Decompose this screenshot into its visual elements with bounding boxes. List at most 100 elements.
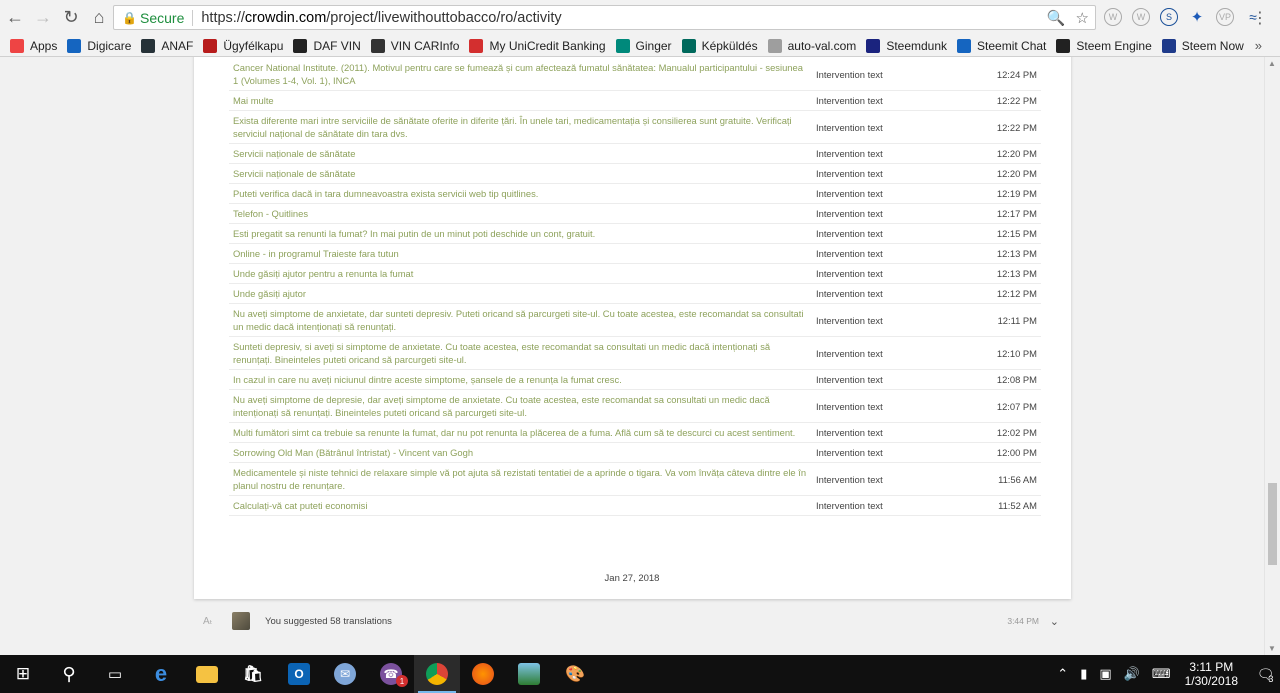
bookmark-item[interactable]: Steemit Chat (957, 38, 1046, 53)
edge-taskbar-button[interactable]: e (138, 655, 184, 693)
outlook-taskbar-button[interactable]: O (276, 655, 322, 693)
start-button[interactable]: ⊞ (0, 655, 46, 693)
chrome-menu-icon[interactable]: ⋮ (1252, 8, 1268, 28)
url-text[interactable]: https://crowdin.com/project/livewithoutt… (201, 10, 561, 26)
address-bar[interactable]: 🔒 Secure https://crowdin.com/project/liv… (113, 5, 1096, 30)
bookmark-item[interactable]: ANAF (141, 38, 193, 53)
activity-string-link[interactable]: Nu aveți simptome de anxietate, dar sunt… (229, 304, 812, 336)
url-path: /project/livewithouttobacco/ro/activity (326, 9, 562, 26)
wordpress-extension-icon-2[interactable]: W (1132, 8, 1150, 26)
outlook-icon: O (288, 663, 310, 685)
bookmark-favicon-icon (203, 38, 218, 53)
home-button[interactable]: ⌂ (86, 5, 112, 31)
vp-extension-icon[interactable]: VP (1216, 8, 1234, 26)
reload-button[interactable]: ↻ (58, 5, 84, 31)
activity-string-link[interactable]: Online - in programul Traieste fara tutu… (229, 244, 812, 263)
steemit-extension-icon[interactable]: S (1160, 8, 1178, 26)
bookmark-item[interactable]: Steem Now (1161, 38, 1244, 53)
activity-string-link[interactable]: Medicamentele și niste tehnici de relaxa… (229, 463, 812, 495)
activity-string-link[interactable]: Unde găsiți ajutor (229, 284, 812, 303)
thunderbird-taskbar-button[interactable]: ✉ (322, 655, 368, 693)
explorer-taskbar-button[interactable] (184, 655, 230, 693)
activity-row: Esti pregatit sa renunti la fumat? In ma… (229, 224, 1041, 244)
bookmark-item[interactable]: Steem Engine (1056, 38, 1152, 53)
bookmark-label: Steem Now (1181, 38, 1244, 53)
volume-icon[interactable]: 🔊 (1124, 666, 1140, 682)
activity-row: Sunteti depresiv, si aveți si simptome d… (229, 337, 1041, 370)
activity-string-link[interactable]: Calculați-vă cat puteti economisi (229, 496, 812, 515)
activity-row: Unde găsiți ajutor Intervention text 12:12… (229, 284, 1041, 304)
url-host: crowdin.com (244, 9, 327, 26)
scroll-up-icon[interactable]: ▲ (1268, 59, 1276, 68)
photos-taskbar-button[interactable] (506, 655, 552, 693)
activity-string-link[interactable]: Telefon - Quitlines (229, 204, 812, 223)
viber-taskbar-button[interactable]: ☎ 1 (368, 655, 414, 693)
task-view-button[interactable]: ▭ (92, 655, 138, 693)
bookmark-item[interactable]: auto-val.com (767, 38, 856, 53)
activity-string-link[interactable]: Esti pregatit sa renunti la fumat? In ma… (229, 224, 812, 243)
activity-string-link[interactable]: Mai multe (229, 91, 812, 110)
suggestion-summary-row[interactable]: Aₜ You suggested 58 translations 3:44 PM… (203, 611, 1063, 631)
activity-string-link[interactable]: Exista diferente mari intre serviciile d… (229, 111, 812, 143)
scroll-thumb[interactable] (1268, 483, 1277, 565)
notifications-button[interactable]: 🗨 3 (1250, 655, 1280, 693)
scroll-down-icon[interactable]: ▼ (1268, 644, 1276, 653)
tray-chevron-icon[interactable]: ⌃ (1057, 666, 1068, 682)
windows-icon: ⊞ (15, 664, 31, 683)
bookmark-item[interactable]: DAF VIN (293, 38, 361, 53)
activity-string-link[interactable]: Cancer National Institute. (2011). Motiv… (229, 58, 812, 90)
activity-time: 12:02 PM (996, 427, 1037, 438)
zoom-icon[interactable]: 🔍 (1047, 9, 1066, 27)
activity-string-link[interactable]: Multi fumători simt ca trebuie sa renunt… (229, 423, 812, 442)
activity-string-link[interactable]: Nu aveți simptome de depresie, dar aveți… (229, 390, 812, 422)
forward-button[interactable]: → (30, 5, 56, 31)
chevron-down-icon[interactable]: ⌄ (1050, 615, 1059, 628)
bookmark-item[interactable]: Apps (10, 38, 58, 53)
bookmarks-overflow-icon[interactable]: » (1255, 38, 1262, 53)
bookmark-item[interactable]: VIN CARInfo (370, 38, 459, 53)
battery-icon[interactable]: ▮ (1080, 666, 1087, 682)
chrome-icon (426, 663, 448, 685)
activity-row: In cazul in care nu aveți niciunul dintr… (229, 370, 1041, 390)
firefox-taskbar-button[interactable] (460, 655, 506, 693)
activity-string-link[interactable]: Puteti verifica dacă in tara dumneavoast… (229, 184, 812, 203)
bookmark-favicon-icon (67, 38, 82, 53)
bookmark-item[interactable]: My UniCredit Banking (469, 38, 606, 53)
bookmark-favicon-icon (141, 38, 156, 53)
activity-time: 12:12 PM (996, 288, 1037, 299)
paint-taskbar-button[interactable]: 🎨 (552, 655, 598, 693)
activity-file-label: Intervention text (816, 228, 883, 239)
wordpress-extension-icon[interactable]: W (1104, 8, 1122, 26)
bookmark-label: My UniCredit Banking (489, 38, 606, 53)
bookmarks-bar: Apps Digicare ANAF Ügyfélkapu DAF VIN VIN CAR… (0, 35, 1280, 57)
bookmark-favicon-icon (866, 38, 881, 53)
search-button[interactable]: ⚲ (46, 655, 92, 693)
chrome-taskbar-button[interactable] (414, 655, 460, 693)
bookmark-favicon-icon (957, 38, 972, 53)
bookmark-item[interactable]: Képküldés (681, 38, 758, 53)
keyboard-icon[interactable]: ⌨ (1152, 666, 1171, 682)
activity-string-link[interactable]: Unde găsiți ajutor pentru a renunta la f… (229, 264, 812, 283)
activity-string-link[interactable]: Sunteti depresiv, si aveți si simptome d… (229, 337, 812, 369)
bookmark-label: Digicare (87, 38, 132, 53)
bookmark-item[interactable]: Ügyfélkapu (203, 38, 283, 53)
plane-extension-icon[interactable]: ✦ (1188, 8, 1206, 26)
activity-string-link[interactable]: In cazul in care nu aveți niciunul dintr… (229, 370, 812, 389)
activity-string-link[interactable]: Servicii naționale de sănătate (229, 144, 812, 163)
back-button[interactable]: ← (2, 5, 28, 31)
store-taskbar-button[interactable]: 🛍 (230, 655, 276, 693)
clock[interactable]: 3:11 PM 1/30/2018 (1185, 660, 1238, 688)
bookmark-label: Apps (30, 38, 58, 53)
bookmark-favicon-icon (615, 38, 630, 53)
bookmark-item[interactable]: Steemdunk (866, 38, 947, 53)
activity-string-link[interactable]: Sorrowing Old Man (Bătrânul întristat) -… (229, 443, 812, 462)
scrollbar[interactable]: ▲ ▼ (1264, 57, 1280, 655)
activity-string-link[interactable]: Servicii naționale de sănătate (229, 164, 812, 183)
network-icon[interactable]: ▣ (1099, 666, 1111, 682)
lock-icon: 🔒 (122, 10, 137, 25)
bookmark-item[interactable]: Ginger (615, 38, 672, 53)
bookmark-item[interactable]: Digicare (67, 38, 132, 53)
activity-time: 11:52 AM (998, 500, 1037, 511)
activity-row: Puteti verifica dacă in tara dumneavoast… (229, 184, 1041, 204)
bookmark-star-icon[interactable]: ☆ (1076, 9, 1089, 27)
